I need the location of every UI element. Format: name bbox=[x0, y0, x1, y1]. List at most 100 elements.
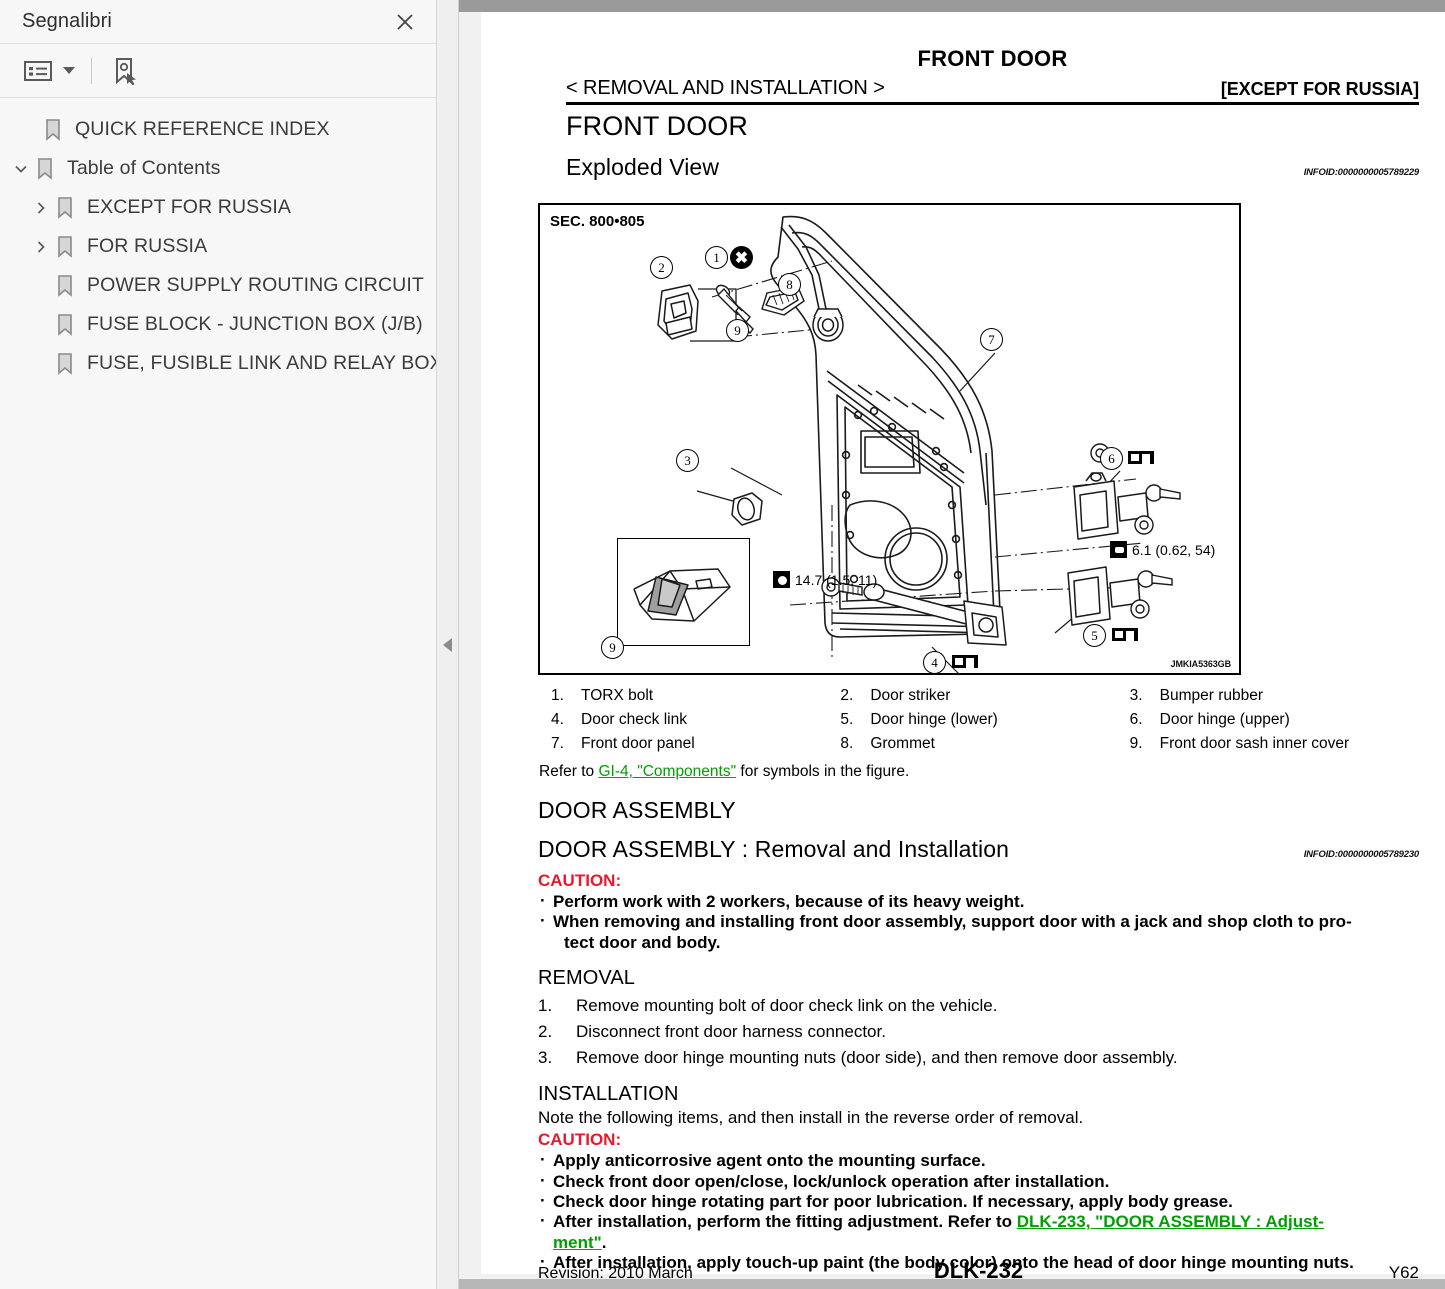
part-name: Front door sash inner cover bbox=[1159, 735, 1350, 752]
part-name: Door hinge (upper) bbox=[1159, 711, 1290, 728]
bookmark-label: FOR RUSSIA bbox=[87, 235, 208, 257]
refer-line: Refer to GI-4, "Components" for symbols … bbox=[539, 763, 1419, 781]
bookmark-item-for-russia[interactable]: FOR RUSSIA bbox=[0, 227, 436, 266]
part-number: 3. bbox=[1129, 687, 1143, 704]
bookmarks-sidebar: Segnalibri QUICK REFERENCE INDEX Table o… bbox=[0, 0, 437, 1289]
step-text: Remove mounting bolt of door check link … bbox=[576, 996, 998, 1016]
chevron-right-icon[interactable] bbox=[30, 197, 52, 219]
viewer-top-bar bbox=[459, 0, 1445, 12]
caution-bullet: Perform work with 2 workers, because of … bbox=[538, 891, 1419, 911]
part-number: 7. bbox=[551, 735, 564, 752]
gi-4-components-link[interactable]: GI-4, "Components" bbox=[598, 763, 736, 780]
caution-bullet-continuation: tect door and body. bbox=[564, 932, 721, 952]
adjust-prefix: After installation, perform the fitting … bbox=[553, 1212, 1017, 1232]
triangle-left-icon bbox=[442, 637, 452, 652]
bookmark-item-power-supply-routing-circuit[interactable]: POWER SUPPLY ROUTING CIRCUIT bbox=[0, 266, 436, 305]
part-number: 9. bbox=[1129, 735, 1143, 752]
parts-legend: 1. TORX bolt 2. Door striker 3. Bumper rubb… bbox=[551, 687, 1419, 753]
exploded-view-figure: SEC. 800•805 JMKIA5363GB 9 2 1 ✖ 8 9 7 3… bbox=[538, 203, 1241, 676]
figure-callout-4: 4 bbox=[923, 651, 946, 674]
part-name: Grommet bbox=[870, 735, 935, 752]
caution-bullet: Check door hinge rotating part for poor … bbox=[538, 1191, 1419, 1211]
chevron-down-icon[interactable] bbox=[63, 62, 75, 80]
dlk-233-adjustment-link[interactable]: DLK-233, "DOOR ASSEMBLY : Adjust- bbox=[1017, 1212, 1324, 1231]
figure-callout-9-inset: 9 bbox=[601, 636, 624, 659]
part-number: 1. bbox=[551, 687, 564, 704]
torque-value-left: 14.7 (1.5, 11) bbox=[795, 571, 878, 588]
part-name: Bumper rubber bbox=[1159, 687, 1264, 704]
header-rule bbox=[566, 102, 1419, 105]
section-heading: FRONT DOOR bbox=[566, 111, 748, 141]
figure-callout-5: 5 bbox=[1083, 624, 1106, 647]
figure-callout-6: 6 bbox=[1100, 447, 1123, 470]
installation-note: Note the following items, and then insta… bbox=[538, 1108, 1084, 1128]
step-number: 2. bbox=[538, 1022, 553, 1042]
bookmark-label: FUSE BLOCK - JUNCTION BOX (J/B) bbox=[87, 313, 423, 335]
torque-spec-left: 14.7 (1.5, 11) bbox=[773, 571, 877, 588]
bookmark-item-except-for-russia[interactable]: EXCEPT FOR RUSSIA bbox=[0, 188, 436, 227]
bookmark-item-fuse-fusible-link-and-relay-box[interactable]: FUSE, FUSIBLE LINK AND RELAY BOX bbox=[0, 344, 436, 383]
close-icon[interactable] bbox=[392, 9, 418, 35]
part-name: TORX bolt bbox=[581, 687, 654, 704]
document-header: FRONT DOOR < REMOVAL AND INSTALLATION > … bbox=[566, 46, 1419, 181]
part-item: 6. Door hinge (upper) bbox=[1130, 711, 1419, 729]
caution-bullet: When removing and installing front door … bbox=[538, 911, 1419, 931]
sidebar-toolbar bbox=[0, 44, 436, 98]
removal-step: 3. Remove door hinge mounting nuts (door … bbox=[538, 1048, 1419, 1068]
figure-inset-detail bbox=[617, 538, 750, 646]
bookmark-icon bbox=[52, 196, 78, 219]
bookmark-icon bbox=[40, 118, 66, 141]
figure-callout-7: 7 bbox=[980, 328, 1003, 351]
heading-door-assembly-removal-installation: DOOR ASSEMBLY : Removal and Installation bbox=[538, 836, 1010, 862]
caution-bullet: Check front door open/close, lock/unlock… bbox=[538, 1170, 1419, 1191]
bookmark-icon bbox=[52, 352, 78, 375]
bookmark-icon bbox=[52, 313, 78, 336]
pdf-page-viewer[interactable]: FRONT DOOR < REMOVAL AND INSTALLATION > … bbox=[459, 0, 1445, 1289]
bookmark-item-table-of-contents[interactable]: Table of Contents bbox=[0, 149, 436, 188]
torque-wrench-icon bbox=[1110, 541, 1127, 558]
caution-list-removal: Perform work with 2 workers, because of … bbox=[538, 891, 1419, 952]
refer-suffix: for symbols in the figure. bbox=[736, 763, 910, 780]
figure-bolt-symbol-6 bbox=[1128, 451, 1154, 464]
caution-bullet-adjustment: After installation, perform the fitting … bbox=[538, 1211, 1419, 1232]
new-bookmark-icon[interactable] bbox=[108, 55, 142, 87]
bookmark-label: EXCEPT FOR RUSSIA bbox=[87, 196, 291, 218]
bookmark-label: FUSE, FUSIBLE LINK AND RELAY BOX bbox=[87, 352, 436, 374]
part-name: Door check link bbox=[581, 711, 687, 728]
part-number: 2. bbox=[840, 687, 854, 704]
figure-x-symbol: ✖ bbox=[730, 246, 753, 269]
chevron-down-icon[interactable] bbox=[10, 158, 32, 180]
part-item: 5. Door hinge (lower) bbox=[840, 711, 1129, 729]
heading-removal: REMOVAL bbox=[538, 967, 636, 990]
bookmark-item-quick-reference-index[interactable]: QUICK REFERENCE INDEX bbox=[0, 110, 436, 149]
step-number: 3. bbox=[538, 1048, 553, 1068]
step-text: Remove door hinge mounting nuts (door si… bbox=[576, 1048, 1178, 1068]
adjust-suffix: . bbox=[601, 1232, 607, 1252]
bookmark-tree: QUICK REFERENCE INDEX Table of Contents bbox=[0, 98, 436, 1289]
subsection-heading-exploded-view: Exploded View bbox=[566, 154, 720, 180]
bookmark-label: Table of Contents bbox=[67, 157, 221, 179]
caution-bullet: Apply anticorrosive agent onto the mount… bbox=[538, 1150, 1419, 1170]
sidebar-collapse-handle[interactable] bbox=[437, 0, 459, 1289]
part-item: 3. Bumper rubber bbox=[1130, 687, 1419, 705]
step-number: 1. bbox=[538, 996, 553, 1016]
caution-bullet-adjustment-continuation: ment". bbox=[538, 1233, 1419, 1252]
document-body: DOOR ASSEMBLY DOOR ASSEMBLY : Removal an… bbox=[538, 797, 1419, 1272]
sidebar-header: Segnalibri bbox=[0, 0, 436, 44]
footer-model-code: Y62 bbox=[1388, 1263, 1419, 1282]
part-number: 8. bbox=[840, 735, 854, 752]
caution-label-installation: CAUTION: bbox=[538, 1130, 622, 1150]
part-number: 5. bbox=[840, 711, 854, 728]
pdf-page: FRONT DOOR < REMOVAL AND INSTALLATION > … bbox=[481, 12, 1445, 1283]
part-name: Door striker bbox=[870, 687, 951, 704]
footer-page-number: DLK-232 bbox=[933, 1258, 1024, 1283]
part-item: 8. Grommet bbox=[840, 735, 1129, 753]
dlk-233-adjustment-link-cont[interactable]: ment" bbox=[553, 1233, 602, 1252]
chevron-right-icon[interactable] bbox=[30, 236, 52, 258]
bookmark-item-fuse-block-junction-box[interactable]: FUSE BLOCK - JUNCTION BOX (J/B) bbox=[0, 305, 436, 344]
caution-list-installation: Apply anticorrosive agent onto the mount… bbox=[538, 1150, 1419, 1272]
breadcrumb: < REMOVAL AND INSTALLATION > bbox=[566, 77, 885, 99]
list-view-icon[interactable] bbox=[22, 55, 56, 87]
toolbar-divider bbox=[91, 57, 92, 84]
twisty-none-icon bbox=[18, 119, 40, 141]
